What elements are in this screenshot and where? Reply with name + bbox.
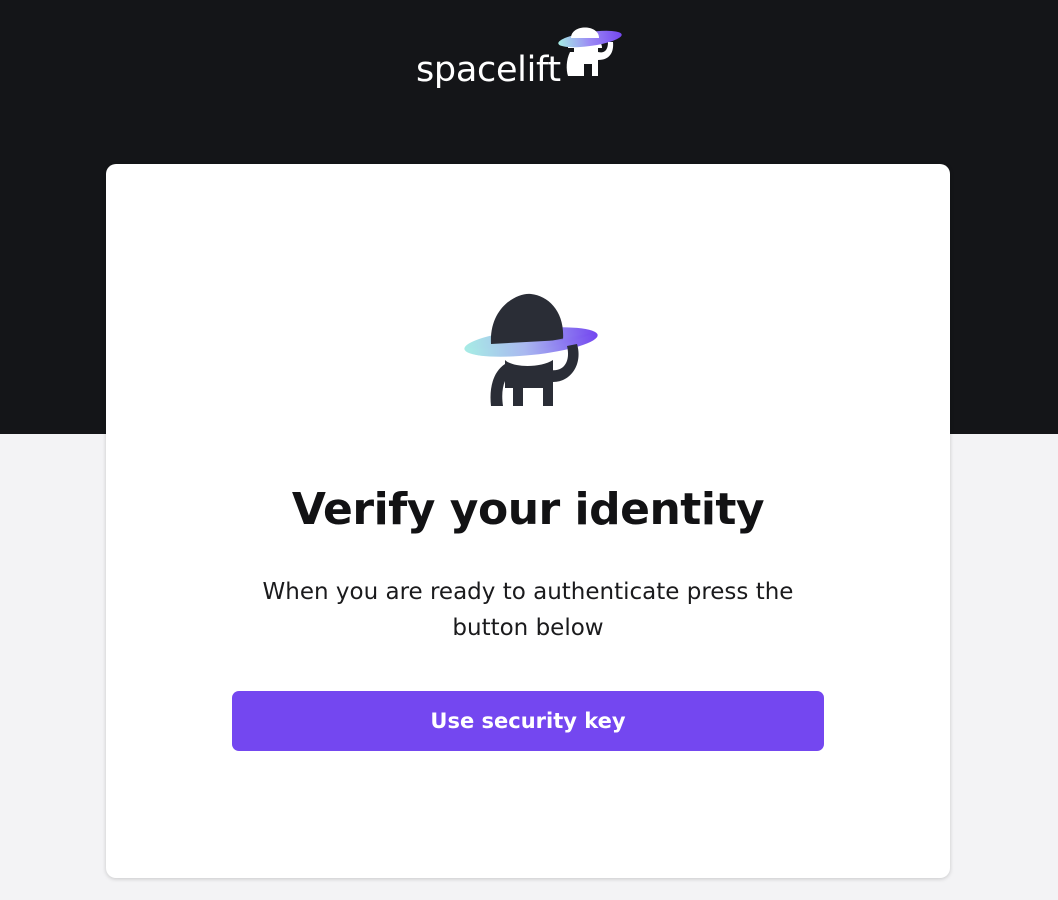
- verification-card: Verify your identity When you are ready …: [106, 164, 950, 878]
- use-security-key-button[interactable]: Use security key: [232, 691, 824, 751]
- page-title: Verify your identity: [291, 484, 765, 535]
- spacelift-astronaut-icon: [464, 293, 598, 406]
- spacelift-astronaut-icon: [558, 27, 622, 76]
- instruction-text: When you are ready to authenticate press…: [262, 579, 794, 641]
- spacelift-logo[interactable]: spacelift: [416, 18, 628, 90]
- logo-wordmark: spacelift: [416, 50, 561, 90]
